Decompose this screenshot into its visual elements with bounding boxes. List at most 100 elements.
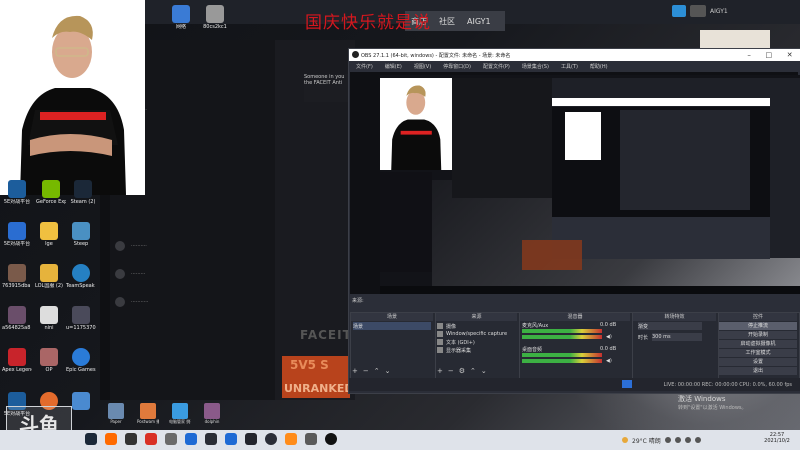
nini-icon[interactable]: nini: [34, 306, 64, 331]
weather-icon[interactable]: [622, 437, 628, 443]
lol-folder-icon[interactable]: LOL国服 (2): [34, 264, 64, 289]
preview-streamer-figure: [391, 85, 442, 170]
mixer-channel-level: 0.0 dB: [600, 346, 617, 352]
system-tray: 29°C 晴朗: [622, 431, 701, 449]
menu-file[interactable]: 文件(F): [356, 63, 373, 70]
source-item[interactable]: 摄像: [437, 322, 456, 330]
notification-icon[interactable]: [672, 5, 686, 17]
nav-community[interactable]: 社区: [439, 16, 455, 27]
steep-icon[interactable]: Steep: [66, 222, 96, 247]
app-icon[interactable]: [225, 433, 237, 445]
app-icon[interactable]: [285, 433, 297, 445]
app-icon[interactable]: [245, 433, 257, 445]
desktop-file-icon[interactable]: 80cs2kc1: [200, 5, 230, 30]
app-icon[interactable]: [305, 433, 317, 445]
settings-button[interactable]: 设置: [719, 358, 797, 366]
obs-titlebar[interactable]: OBS 27.1.1 (64-bit, windows) - 配置文件: 未命名…: [349, 49, 800, 61]
menu-profile[interactable]: 配置文件(P): [483, 63, 510, 70]
menu-tools[interactable]: 工具(T): [561, 63, 578, 70]
remove-icon[interactable]: −: [448, 367, 454, 375]
close-icon[interactable]: ✕: [787, 51, 793, 59]
app-icon[interactable]: [325, 433, 337, 445]
speaker-icon[interactable]: ◀): [606, 334, 612, 340]
account-name[interactable]: AIGY1: [710, 8, 728, 15]
app-icon[interactable]: [165, 433, 177, 445]
mixer-meter: [522, 353, 602, 357]
down-icon[interactable]: ⌄: [385, 367, 391, 375]
geforce-experience-icon[interactable]: GeForce Experience: [36, 180, 66, 205]
source-item[interactable]: 文本 (GDI+): [437, 338, 475, 346]
transition-select[interactable]: 渐变: [638, 322, 702, 330]
dolphin-icon[interactable]: dolphin: [201, 403, 223, 424]
volume-slider[interactable]: [522, 359, 602, 363]
network-icon[interactable]: 网络: [166, 5, 196, 30]
menu-docks[interactable]: 停靠窗口(D): [443, 63, 471, 70]
weather-text[interactable]: 29°C 晴朗: [632, 436, 661, 445]
faceit-friend-row[interactable]: ·········: [115, 268, 145, 280]
menu-edit[interactable]: 编辑(E): [385, 63, 402, 70]
minimize-icon[interactable]: –: [747, 51, 751, 59]
up-icon[interactable]: ⌃: [470, 367, 476, 375]
volume-icon[interactable]: [684, 437, 691, 443]
virtual-camera-button[interactable]: 启动虚拟摄像机: [719, 340, 797, 348]
app-icon[interactable]: [125, 433, 137, 445]
obs-icon[interactable]: [265, 433, 277, 445]
menu-scene-collection[interactable]: 场景集合(S): [522, 63, 549, 70]
source-item[interactable]: Window/specific capture: [437, 330, 507, 338]
add-icon[interactable]: +: [352, 367, 358, 375]
steam-icon[interactable]: Steam (2): [68, 180, 98, 205]
maximize-icon[interactable]: □: [765, 51, 772, 59]
speaker-icon[interactable]: ◀): [606, 358, 612, 364]
nav-profile[interactable]: AIGY1: [467, 17, 491, 26]
tray-icons: [664, 437, 701, 443]
faceit-friend-row[interactable]: ···········: [115, 296, 148, 308]
network-icon[interactable]: [674, 437, 681, 443]
file-icon[interactable]: lge: [34, 222, 64, 247]
down-icon[interactable]: ⌄: [481, 367, 487, 375]
menu-view[interactable]: 视图(V): [414, 63, 431, 70]
app-icon[interactable]: [205, 433, 217, 445]
stop-streaming-button[interactable]: 停止推流: [719, 322, 797, 330]
paper-icon[interactable]: Paper: [105, 403, 127, 424]
postwam-icon[interactable]: Postwam 播放的...: [137, 403, 159, 424]
steam-icon[interactable]: [85, 433, 97, 445]
5e-platform-icon[interactable]: 5E对战平台: [2, 222, 32, 247]
gear-icon[interactable]: ⚙: [459, 367, 465, 375]
app-icon[interactable]: [105, 433, 117, 445]
exit-button[interactable]: 退出: [719, 367, 797, 375]
source-item[interactable]: 显示器采集: [437, 346, 471, 354]
app-icon[interactable]: [185, 433, 197, 445]
menu-help[interactable]: 帮助(H): [590, 63, 608, 70]
avatar: [115, 297, 125, 307]
5e-platform-icon[interactable]: 5E对战平台: [2, 180, 32, 205]
faceit-friend-row[interactable]: ··········: [115, 240, 147, 252]
app-icon[interactable]: [145, 433, 157, 445]
image-file-icon[interactable]: a564825a8 4565433...: [2, 306, 32, 331]
chevron-up-icon[interactable]: [664, 437, 671, 443]
friend-name: ·········: [131, 271, 146, 277]
source-name: 文本 (GDI+): [446, 339, 475, 346]
op-icon[interactable]: OP: [34, 348, 64, 373]
duration-input[interactable]: 300 ms: [652, 333, 702, 341]
apex-legends-icon[interactable]: Apex Legends: [2, 348, 32, 373]
epic-games-icon[interactable]: Epic Games Launcher: [66, 348, 96, 373]
remove-icon[interactable]: −: [363, 367, 369, 375]
mixer-header: 混音器: [520, 313, 630, 321]
taskbar-clock[interactable]: 22:57 2021/10/2: [756, 432, 798, 444]
obs-title-text: OBS 27.1.1 (64-bit, windows) - 配置文件: 未命名…: [361, 52, 511, 59]
unranked-mode-label: 5V5 S: [290, 358, 329, 372]
studio-mode-button[interactable]: 工作室模式: [719, 349, 797, 357]
image-file-icon[interactable]: 763915dba 9e4c8ad8...: [2, 264, 32, 289]
teamspeak-icon[interactable]: TeamSpeak 3: [66, 264, 96, 289]
ime-icon[interactable]: [694, 437, 701, 443]
scene-item[interactable]: 场景: [353, 322, 431, 330]
pc-manager-icon[interactable]: 电脑管家 挑平台: [169, 403, 191, 424]
start-recording-button[interactable]: 开始录制: [719, 331, 797, 339]
unranked-label: UNRANKED: [284, 382, 354, 395]
add-icon[interactable]: +: [437, 367, 443, 375]
friends-icon[interactable]: [690, 5, 706, 17]
image-file-icon[interactable]: u=1175370 0314,2022...: [66, 306, 96, 331]
nested-webcam: [565, 112, 601, 160]
volume-slider[interactable]: [522, 335, 602, 339]
up-icon[interactable]: ⌃: [374, 367, 380, 375]
